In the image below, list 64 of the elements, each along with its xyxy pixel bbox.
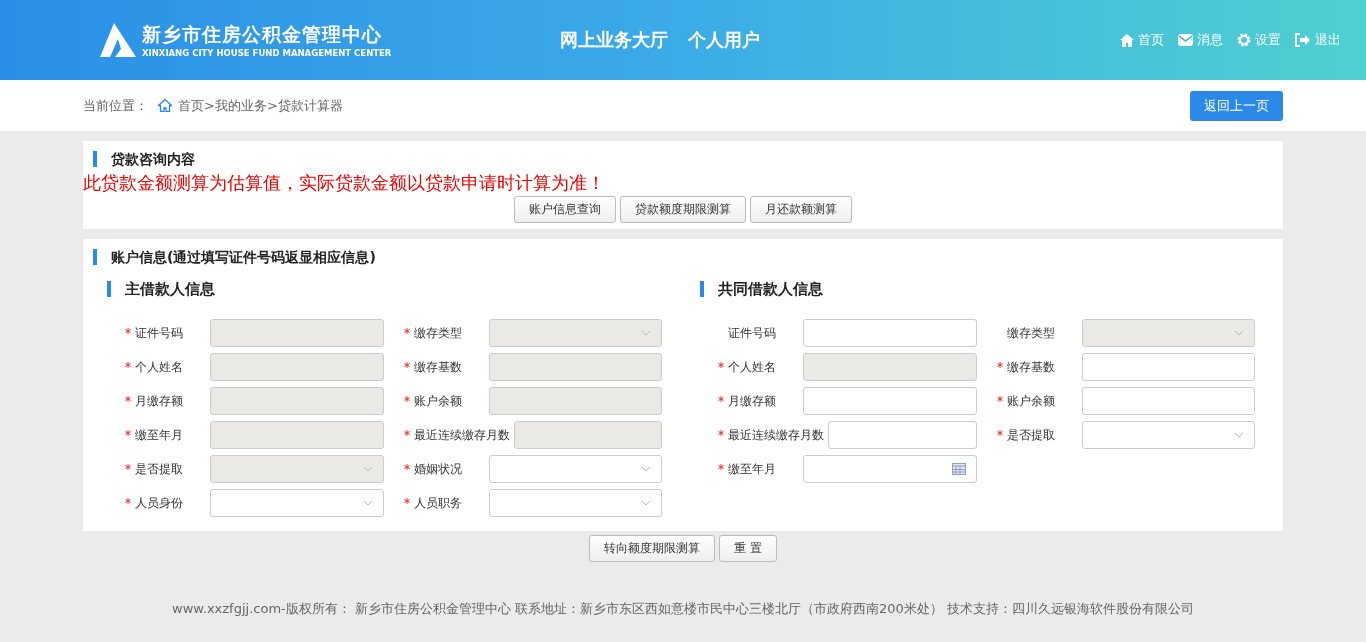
select-field[interactable] — [1081, 421, 1255, 449]
logout-icon — [1295, 33, 1311, 47]
field-label: 缴存类型 — [403, 324, 489, 342]
input-field[interactable] — [1081, 353, 1255, 381]
gear-icon — [1237, 33, 1251, 47]
breadcrumb-path: >我的业务>贷款计算器 — [204, 96, 343, 115]
calc-button[interactable]: 月还款额测算 — [750, 196, 852, 223]
home-icon — [1120, 33, 1134, 47]
home-icon — [158, 99, 172, 112]
field-label: 最近连续缴存月数 — [718, 426, 828, 444]
breadcrumb-label: 当前位置： — [83, 96, 148, 115]
field-label: 最近连续缴存月数 — [403, 426, 514, 444]
field-label: 是否提取 — [125, 460, 210, 478]
field-label: 月缴存额 — [718, 392, 803, 410]
field-label: 人员职务 — [403, 494, 489, 512]
calc-button[interactable]: 贷款额度期限测算 — [620, 196, 746, 223]
calendar-icon — [951, 463, 966, 475]
chevron-icon — [641, 466, 651, 472]
field-label: 缴存基数 — [996, 358, 1082, 376]
envelope-icon — [1178, 34, 1193, 46]
select-field[interactable] — [210, 489, 384, 517]
select-field[interactable] — [488, 455, 662, 483]
logo-subtitle: XINXIANG CITY HOUSE FUND MANAGEMENT CENTER — [142, 48, 392, 58]
field-label: 缴至年月 — [718, 460, 803, 478]
notice-text: 此贷款金额测算为估算值，实际贷款金额以贷款申请时计算为准！ — [83, 172, 606, 195]
chevron-icon — [641, 500, 651, 506]
field-label: 缴存基数 — [403, 358, 489, 376]
logo-icon — [100, 23, 136, 57]
field-label: 账户余额 — [403, 392, 489, 410]
logo-title: 新乡市住房公积金管理中心 — [142, 22, 383, 47]
panel-title: 贷款咨询内容 — [93, 151, 1273, 167]
select-field[interactable] — [488, 489, 662, 517]
field-label: 月缴存额 — [125, 392, 210, 410]
panel-title: 账户信息(通过填写证件号码返显相应信息) — [93, 249, 1273, 265]
section-title: 主借款人信息 — [107, 281, 662, 297]
field-label: 缴至年月 — [125, 426, 210, 444]
back-button[interactable]: 返回上一页 — [1190, 90, 1283, 121]
calc-button[interactable]: 账户信息查询 — [514, 196, 616, 223]
chevron-icon — [1234, 432, 1244, 438]
field-label: 是否提取 — [996, 426, 1082, 444]
chevron-icon — [362, 466, 373, 472]
input-field[interactable] — [803, 319, 977, 347]
field-label: 个人姓名 — [718, 358, 803, 376]
footer-text: www.xxzfgjj.com-版权所有： 新乡市住房公积金管理中心 联系地址：新乡市东区西如意楼市民中心三楼北厅（市政府西南200米处） 技术支持：四川久远银海软件股份有限公司 — [172, 600, 1194, 618]
action-button[interactable]: 转向额度期限测算 — [589, 535, 716, 562]
field-label: 人员身份 — [125, 494, 210, 512]
input-field[interactable] — [828, 421, 977, 449]
input-field[interactable] — [1081, 387, 1255, 415]
chevron-icon — [1234, 330, 1244, 336]
field-label: 账户余额 — [996, 392, 1082, 410]
header-title: 个人用户 — [688, 28, 760, 52]
header-title: 网上业务大厅 — [560, 28, 668, 52]
section-title: 共同借款人信息 — [700, 281, 1255, 297]
field-label: 证件号码 — [125, 324, 210, 342]
chevron-icon — [362, 500, 373, 506]
chevron-icon — [641, 330, 651, 336]
date-field[interactable] — [803, 455, 977, 483]
field-label: 个人姓名 — [125, 358, 210, 376]
field-label: 缴存类型 — [1005, 324, 1056, 342]
field-label: 婚姻状况 — [403, 460, 489, 478]
action-button[interactable]: 重 置 — [719, 535, 777, 562]
breadcrumb-home-link[interactable]: 首页 — [158, 96, 204, 115]
field-label: 证件号码 — [727, 324, 777, 342]
input-field[interactable] — [803, 387, 977, 415]
